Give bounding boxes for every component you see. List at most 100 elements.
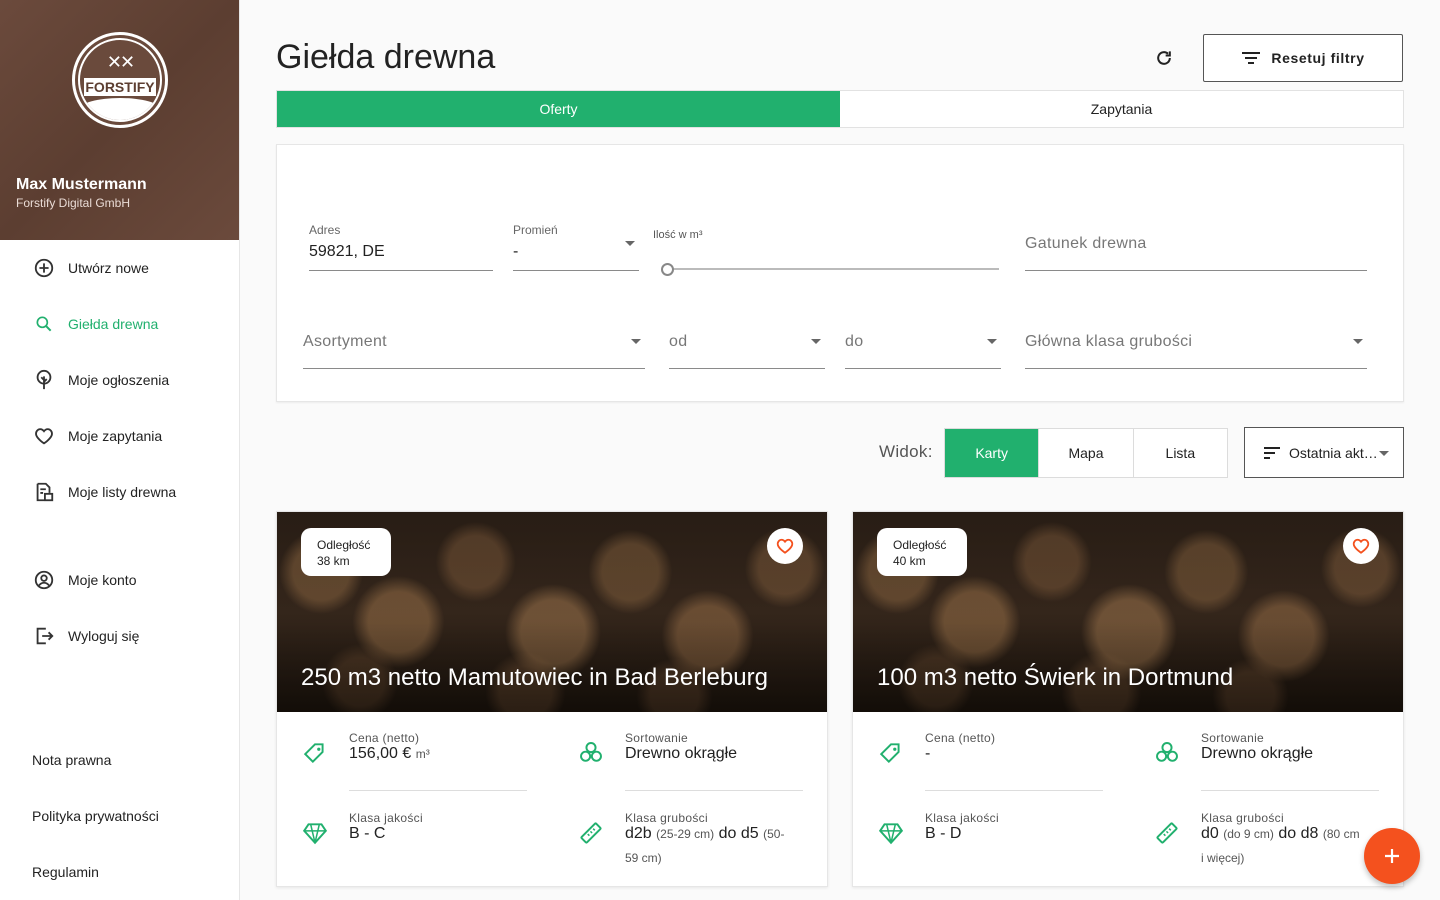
sorting-value: Drewno okrągłe xyxy=(1201,745,1314,762)
forstify-logo[interactable]: ✕✕ FORSTIFY xyxy=(72,32,168,128)
terms-link[interactable]: Regulamin xyxy=(32,864,99,880)
refresh-button[interactable] xyxy=(1148,42,1180,74)
heart-icon xyxy=(32,424,56,448)
assortment-from-select[interactable]: od xyxy=(669,323,825,369)
address-label: Adres xyxy=(309,223,341,237)
favorite-button[interactable] xyxy=(767,528,803,564)
quantity-slider-handle[interactable] xyxy=(661,263,674,276)
assortment-to-select[interactable]: do xyxy=(845,323,1001,369)
price-amount: 156,00 € xyxy=(349,745,412,762)
quality-label: Klasa jakości xyxy=(925,811,999,825)
view-map-button[interactable]: Mapa xyxy=(1039,429,1134,477)
nav-my-account-label: Moje konto xyxy=(68,572,137,588)
from-placeholder: od xyxy=(669,333,688,350)
nav-create-new-label: Utwórz nowe xyxy=(68,260,149,276)
view-label: Widok: xyxy=(879,442,933,461)
circles-icon xyxy=(577,739,605,767)
diameter-from-range: (25-29 cm) xyxy=(656,827,715,841)
diameter-label: Klasa grubości xyxy=(625,811,708,825)
view-cards-button[interactable]: Karty xyxy=(945,429,1040,477)
nav-my-listings[interactable]: Moje ogłoszenia xyxy=(32,364,169,396)
offer-title: 100 m3 netto Świerk in Dortmund xyxy=(877,664,1234,691)
assortment-select[interactable]: Asortyment xyxy=(303,323,645,369)
radius-label: Promień xyxy=(513,223,558,237)
diameter-class-select[interactable]: Główna klasa grubości xyxy=(1025,323,1367,369)
species-select[interactable]: Gatunek drewna xyxy=(1025,223,1367,271)
page-title: Giełda drewna xyxy=(276,38,496,76)
species-placeholder: Gatunek drewna xyxy=(1025,235,1147,252)
nav-my-account[interactable]: Moje konto xyxy=(32,564,136,596)
tab-offers[interactable]: Oferty xyxy=(277,91,840,127)
tab-requests[interactable]: Zapytania xyxy=(840,91,1403,127)
nav-logout-label: Wyloguj się xyxy=(68,628,140,644)
diameter-value: d2b (25-29 cm) do d5 (50- xyxy=(625,825,784,843)
chevron-down-icon xyxy=(625,241,635,246)
nav-my-requests-label: Moje zapytania xyxy=(68,428,163,444)
nav-my-requests[interactable]: Moje zapytania xyxy=(32,420,162,452)
distance-label: Odległość xyxy=(893,538,947,552)
price-value: - xyxy=(925,745,931,762)
heart-icon xyxy=(776,538,794,554)
offer-card[interactable]: Odległość 40 km 100 m3 netto Świerk in D… xyxy=(852,511,1404,887)
assortment-placeholder: Asortyment xyxy=(303,333,387,350)
diameter-to-range: (80 cm xyxy=(1322,827,1360,841)
logo-emblem: ✕✕ FORSTIFY xyxy=(78,38,162,122)
search-icon xyxy=(32,312,56,336)
view-list-button[interactable]: Lista xyxy=(1134,429,1227,477)
quantity-label-text: Ilość w m³ xyxy=(653,229,703,241)
quantity-slider-track[interactable] xyxy=(665,268,999,270)
distance-value: 38 km xyxy=(317,554,350,568)
reset-filters-button[interactable]: Resetuj filtry xyxy=(1203,34,1403,82)
nav-my-timber-lists-label: Moje listy drewna xyxy=(68,484,177,500)
ruler-icon xyxy=(577,819,605,847)
chevron-down-icon xyxy=(811,339,821,344)
chevron-down-icon xyxy=(1353,339,1363,344)
nav-timber-exchange-label: Giełda drewna xyxy=(68,316,159,332)
sort-select[interactable]: Ostatnia aktualizacja xyxy=(1244,427,1404,478)
offer-card[interactable]: Odległość 38 km 250 m3 netto Mamutowiec … xyxy=(276,511,828,887)
radius-select[interactable]: Promień - xyxy=(513,223,639,271)
chevron-down-icon xyxy=(1379,451,1389,456)
price-label: Cena (netto) xyxy=(349,731,420,745)
diameter-value: d0 (do 9 cm) do d8 (80 cm xyxy=(1201,825,1360,843)
user-company: Forstify Digital GmbH xyxy=(16,196,131,210)
heart-icon xyxy=(1352,538,1370,554)
address-field[interactable]: Adres 59821, DE xyxy=(309,223,493,271)
reset-filters-label: Resetuj filtry xyxy=(1271,50,1365,66)
divider xyxy=(1201,790,1379,791)
add-circle-icon xyxy=(32,256,56,280)
nav-create-new[interactable]: Utwórz nowe xyxy=(32,252,149,284)
privacy-policy-link[interactable]: Polityka prywatności xyxy=(32,808,159,824)
price-tag-icon xyxy=(301,739,329,767)
account-circle-icon xyxy=(32,568,56,592)
radius-value: - xyxy=(513,243,519,260)
diameter-from: d0 xyxy=(1201,825,1219,842)
nav-my-timber-lists[interactable]: Moje listy drewna xyxy=(32,476,176,508)
distance-value: 40 km xyxy=(893,554,926,568)
price-value: 156,00 € m³ xyxy=(349,745,430,763)
nav-timber-exchange[interactable]: Giełda drewna xyxy=(32,308,158,340)
address-value: 59821, DE xyxy=(309,243,385,260)
diameter-from: d2b xyxy=(625,825,652,842)
offer-request-tabs: Oferty Zapytania xyxy=(276,90,1404,128)
sort-value: Ostatnia aktualizacja xyxy=(1289,444,1381,461)
filter-panel: Adres 59821, DE Promień - Ilość w m³ Gat… xyxy=(276,144,1404,402)
quantity-label: Ilość w m³ xyxy=(653,225,703,243)
divider xyxy=(925,790,1103,791)
favorite-button[interactable] xyxy=(1343,528,1379,564)
offer-title: 250 m3 netto Mamutowiec in Bad Berleburg xyxy=(301,664,768,691)
crossed-axes-icon: ✕✕ xyxy=(106,52,135,72)
logo-wave xyxy=(80,98,160,120)
tree-icon xyxy=(32,368,56,392)
nav-logout[interactable]: Wyloguj się xyxy=(32,620,139,652)
distance-badge: Odległość 40 km xyxy=(877,528,967,576)
add-offer-fab[interactable] xyxy=(1364,828,1420,884)
chevron-down-icon xyxy=(987,339,997,344)
diameter-to-range-cont: i więcej) xyxy=(1201,851,1245,865)
quality-value: B - C xyxy=(349,825,386,842)
sorting-value: Drewno okrągłe xyxy=(625,745,738,762)
diameter-from-range: (do 9 cm) xyxy=(1223,827,1274,841)
divider xyxy=(625,790,803,791)
legal-notice-link[interactable]: Nota prawna xyxy=(32,752,111,768)
filter-list-icon xyxy=(1241,51,1261,65)
